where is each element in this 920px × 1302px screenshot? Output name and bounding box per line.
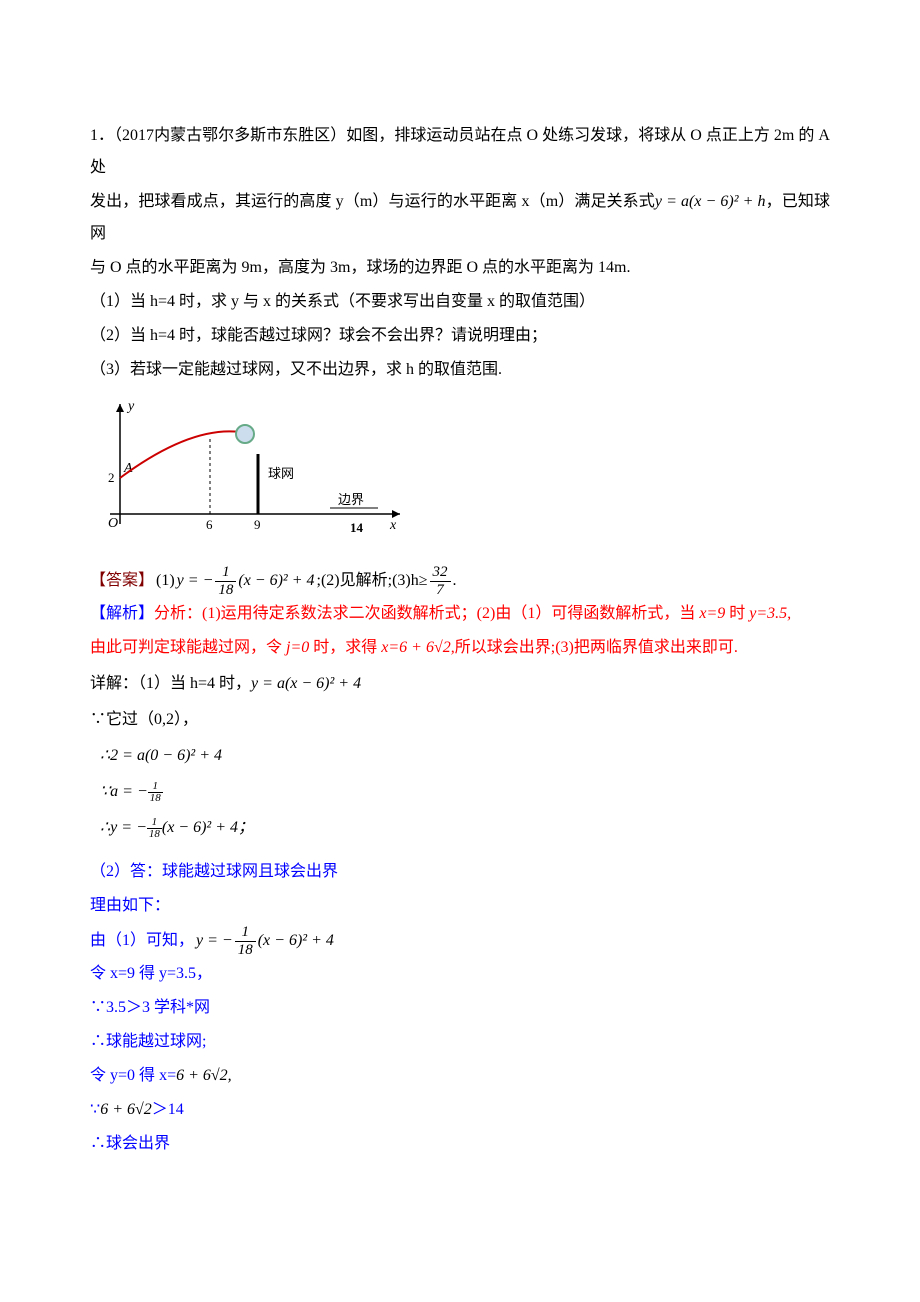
answer-line: 【答案】 (1) y = − 1 18 (x − 6)² + 4 ;(2)见解析…: [90, 564, 830, 598]
solution-part2-title: （2）答：球能越过球网且球会出界: [90, 856, 830, 888]
solution-s2: ∵它过（0,2），: [90, 704, 830, 736]
fraction-32-7: 32 7: [430, 564, 451, 598]
solution-let2: 令 y=0 得 x=6 + 6√2,: [90, 1060, 830, 1092]
solution-s3: ∴2 = a(0 − 6)² + 4: [100, 740, 830, 772]
by1-pre: 由（1）可知，: [90, 925, 194, 957]
analysis-label: 【解析】: [90, 605, 154, 622]
solution-therefore2: ∴球会出界: [90, 1128, 830, 1160]
analysis-text-pre: 分析：(1)运用待定系数法求二次函数解析式；(2)由（1）可得函数解析式，当: [154, 605, 699, 622]
s5-post: (x − 6)² + 4；: [162, 819, 254, 836]
let2-val: 6 + 6√2,: [176, 1067, 232, 1084]
analysis-j0: j=0: [286, 639, 309, 656]
answer-formula-rhs: (x − 6)² + 4: [238, 565, 314, 597]
by1-lhs: y = −: [196, 925, 233, 957]
answer-label: 【答案】: [90, 565, 154, 597]
solution-therefore1: ∴球能越过球网;: [90, 1026, 830, 1058]
fraction-1-18-d: 1 18: [235, 924, 256, 958]
since2-post: ＞14: [152, 1101, 184, 1118]
answer-part2: ;(2)见解析;(3)h≥: [317, 565, 428, 597]
problem-line-2-pre: 发出，把球看成点，其运行的高度 y（m）与运行的水平距离 x（m）满足关系式: [90, 193, 655, 210]
let2-pre: 令: [90, 1067, 110, 1084]
problem-line-1: 1．（2017内蒙古鄂尔多斯市东胜区）如图，排球运动员站在点 O 处练习发球，将…: [90, 120, 830, 184]
s1-formula: y = a(x − 6)² + 4: [251, 675, 361, 692]
analysis-x9: x=9: [699, 605, 725, 622]
problem-q3: （3）若球一定能越过球网，又不出边界，求 h 的取值范围.: [90, 354, 830, 386]
solution-s1: 详解：（1）当 h=4 时，y = a(x − 6)² + 4: [90, 668, 830, 700]
solution-let1: 令 x=9 得 y=3.5，: [90, 958, 830, 990]
tick-6: 6: [206, 517, 213, 532]
solution-s5: ∴y = −118(x − 6)² + 4；: [100, 812, 830, 844]
analysis-line-2: 由此可判定球能越过网，令 j=0 时，求得 x=6 + 6√2,所以球会出界;(…: [90, 632, 830, 664]
analysis-l2-post: 所以球会出界;(3)把两临界值求出来即可.: [455, 639, 738, 656]
analysis-l2-pre: 由此可判定球能越过网，令: [90, 639, 286, 656]
since2-val: 6 + 6√2: [100, 1101, 152, 1118]
problem-line-2: 发出，把球看成点，其运行的高度 y（m）与运行的水平距离 x（m）满足关系式y …: [90, 186, 830, 250]
let2-mid: 得: [135, 1067, 159, 1084]
tick-2: 2: [108, 470, 115, 485]
analysis-mid1: 时: [725, 605, 749, 622]
detail-label: 详解：: [90, 675, 138, 692]
analysis-l2-mid: 时，求得: [309, 639, 381, 656]
solution-reason: 理由如下：: [90, 890, 830, 922]
trajectory-diagram: y x O 2 A 6 9 球网 边界 14: [90, 394, 830, 556]
problem-formula: y = a(x − 6)² + h: [655, 193, 766, 210]
fraction-1-18-c: 118: [147, 817, 162, 840]
solution-since2: ∵6 + 6√2＞14: [90, 1094, 830, 1126]
problem-line-3: 与 O 点的水平距离为 9m，高度为 3m，球场的边界距 O 点的水平距离为 1…: [90, 252, 830, 284]
analysis-line-1: 【解析】分析：(1)运用待定系数法求二次函数解析式；(2)由（1）可得函数解析式…: [90, 598, 830, 630]
problem-q1: （1）当 h=4 时，求 y 与 x 的关系式（不要求写出自变量 x 的取值范围…: [90, 286, 830, 318]
s5-pre: ∴y = −: [100, 819, 147, 836]
let2-x: x=: [159, 1067, 176, 1084]
answer-part1-pre: (1): [156, 565, 175, 597]
tick-9: 9: [254, 517, 261, 532]
answer-formula-lhs: y = −: [177, 565, 214, 597]
since2-pre: ∵: [90, 1101, 100, 1118]
let2-y: y=0: [110, 1067, 135, 1084]
problem-q2: （2）当 h=4 时，球能否越过球网？球会不会出界？请说明理由；: [90, 320, 830, 352]
tick-14: 14: [350, 520, 364, 535]
fraction-1-18: 1 18: [215, 564, 236, 598]
solution-since1: ∵3.5＞3 学科*网: [90, 992, 830, 1024]
fraction-1-18-b: 118: [148, 781, 163, 804]
s4-pre: ∵a = −: [100, 783, 148, 800]
net-label: 球网: [268, 466, 294, 481]
origin-label: O: [108, 516, 118, 531]
answer-part3-post: .: [453, 565, 457, 597]
analysis-x-val: x=6 + 6√2,: [381, 639, 454, 656]
s1-pre: （1）当 h=4 时，: [138, 675, 251, 692]
solution-s4: ∵a = −118: [100, 776, 830, 808]
analysis-y35: y=3.5,: [749, 605, 791, 622]
boundary-label: 边界: [338, 492, 364, 507]
solution-by1: 由（1）可知， y = − 1 18 (x − 6)² + 4: [90, 924, 830, 958]
x-axis-label: x: [389, 518, 397, 533]
by1-rhs: (x − 6)² + 4: [258, 925, 334, 957]
y-axis-label: y: [126, 399, 135, 414]
